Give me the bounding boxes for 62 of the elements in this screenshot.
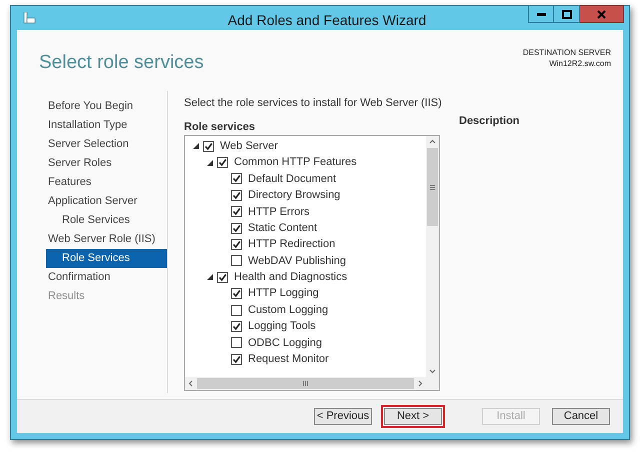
tree-item-label: Health and Diagnostics: [234, 270, 348, 286]
sidebar-item[interactable]: Role Services: [46, 211, 167, 230]
checkbox[interactable]: [203, 140, 214, 152]
sidebar-item[interactable]: Role Services: [46, 249, 167, 268]
tree-item-label: Logging Tools: [248, 319, 316, 334]
maximize-button[interactable]: [554, 5, 580, 23]
page-title: Select role services: [39, 51, 204, 73]
tree-item-label: Web Server: [220, 138, 278, 154]
tree-item-label: ODBC Logging: [248, 336, 322, 351]
role-services-heading: Role services: [184, 120, 256, 135]
scrollbar-thumb[interactable]: [197, 378, 414, 389]
tree-item-label: WebDAV Publishing: [248, 254, 346, 269]
server-icon: [23, 12, 36, 24]
sidebar-item[interactable]: Confirmation: [46, 268, 167, 287]
maximize-icon: [562, 10, 572, 18]
tree-item-label: Custom Logging: [248, 302, 328, 318]
sidebar-item[interactable]: Server Roles: [46, 154, 167, 173]
checkbox[interactable]: [231, 337, 242, 348]
checkbox[interactable]: [231, 304, 242, 316]
checkbox[interactable]: [231, 288, 242, 300]
wizard-button[interactable]: Cancel: [549, 405, 613, 428]
sidebar-item[interactable]: Web Server Role (IIS): [46, 230, 167, 249]
sidebar-item[interactable]: Installation Type: [46, 116, 167, 135]
checkbox[interactable]: [231, 320, 242, 332]
checkbox[interactable]: [231, 255, 242, 266]
horizontal-scrollbar[interactable]: [185, 377, 426, 390]
checkbox[interactable]: [231, 239, 242, 250]
sidebar-item[interactable]: Application Server: [46, 192, 167, 211]
destination-label: DESTINATION SERVER: [522, 47, 611, 58]
close-icon: [597, 10, 606, 18]
instruction-text: Select the role services to install for Web Server (IIS): [184, 96, 440, 111]
checkbox[interactable]: [231, 206, 242, 218]
checkbox[interactable]: [231, 190, 242, 201]
expander-icon[interactable]: [207, 160, 213, 166]
wizard-button[interactable]: < Previous: [311, 405, 375, 428]
checkbox[interactable]: [231, 173, 242, 184]
checkbox[interactable]: [231, 354, 242, 365]
tree-item-label: Directory Browsing: [248, 188, 340, 204]
destination-server: Win12R2.sw.com: [549, 58, 611, 69]
sidebar-item[interactable]: Before You Begin: [46, 97, 167, 116]
tree-item-label: Request Monitor: [248, 352, 329, 368]
tree-item-label: Default Document: [248, 172, 336, 187]
sidebar-item[interactable]: Server Selection: [46, 135, 167, 154]
scrollbar-thumb[interactable]: [427, 148, 438, 226]
window-title: Add Roles and Features Wizard: [228, 11, 426, 30]
wizard-button[interactable]: Next >: [381, 405, 445, 428]
expander-icon[interactable]: [193, 143, 199, 150]
tree-item-label: HTTP Errors: [248, 204, 310, 220]
minimize-button[interactable]: [528, 5, 554, 23]
tree-item-label: HTTP Logging: [248, 286, 319, 302]
vertical-scrollbar[interactable]: [426, 136, 439, 377]
close-button[interactable]: [580, 5, 624, 23]
tree-item-label: HTTP Redirection: [248, 237, 336, 252]
sidebar-item[interactable]: Features: [46, 173, 167, 192]
expander-icon[interactable]: [207, 274, 213, 280]
checkbox[interactable]: [217, 157, 228, 168]
minimize-icon: [536, 12, 546, 16]
description-heading: Description: [459, 114, 520, 129]
checkbox[interactable]: [231, 222, 242, 234]
tree-item-label: Static Content: [248, 220, 318, 236]
checkbox[interactable]: [217, 272, 228, 283]
tree-item-label: Common HTTP Features: [234, 155, 357, 170]
